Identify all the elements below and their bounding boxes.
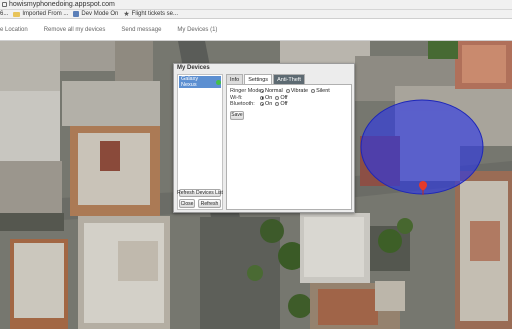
ringer-mode-row: Ringer Mode: Normal Vibrate Silent	[230, 88, 348, 94]
my-devices-dialog: My Devices Galaxy Nexus Refresh Devices …	[173, 63, 355, 213]
bookmark-item[interactable]: 6...	[0, 11, 8, 17]
bookmark-label: Dev Mode On	[81, 11, 119, 17]
bluetooth-row: Bluetooth: On Off	[230, 101, 348, 107]
location-pin-icon[interactable]	[419, 181, 427, 195]
bookmark-label: Imported From ...	[22, 11, 69, 17]
url-text[interactable]: howismyphonedoing.appspot.com	[9, 1, 115, 8]
wifi-row: Wi-fi: On Off	[230, 95, 348, 101]
wifi-off-option[interactable]: Off	[275, 95, 288, 101]
folder-icon	[13, 11, 21, 17]
device-name: Galaxy Nexus	[181, 76, 199, 88]
device-list-item[interactable]: Galaxy Nexus	[179, 76, 221, 88]
page-icon	[2, 2, 7, 7]
ringer-mode-label: Ringer Mode:	[230, 88, 264, 94]
device-detail-panel: Info Settings Anti-Theft Ringer Mode: No…	[226, 74, 352, 210]
bluetooth-off-option[interactable]: Off	[275, 101, 288, 107]
settings-panel: Ringer Mode: Normal Vibrate Silent Wi-fi…	[226, 84, 352, 210]
app-navbar: e Location Remove all my devices Send me…	[0, 19, 512, 41]
ringer-normal-option[interactable]: Normal	[260, 88, 283, 94]
ringer-silent-option[interactable]: Silent	[311, 88, 330, 94]
browser-address-bar[interactable]: howismyphonedoing.appspot.com	[0, 0, 512, 10]
bookmark-item[interactable]: Dev Mode On	[73, 11, 118, 17]
tab-anti-theft[interactable]: Anti-Theft	[273, 74, 305, 84]
nav-my-devices-link[interactable]: My Devices (1)	[177, 27, 217, 33]
radio-selected-icon[interactable]	[260, 102, 264, 106]
bookmarks-bar: 6... Imported From ... Dev Mode On ★ Flig…	[0, 10, 512, 19]
online-status-icon	[216, 79, 221, 85]
accuracy-circle	[360, 99, 484, 195]
page-icon	[73, 11, 80, 17]
radio-selected-icon[interactable]	[260, 89, 264, 93]
bookmark-label: 6...	[0, 11, 9, 17]
close-button[interactable]: Close	[179, 199, 195, 208]
ringer-vibrate-option[interactable]: Vibrate	[285, 88, 308, 94]
bookmark-item[interactable]: ★ Flight tickets se...	[123, 10, 178, 18]
star-icon: ★	[123, 11, 130, 18]
tab-settings[interactable]: Settings	[244, 74, 273, 84]
save-button[interactable]: Save	[230, 110, 244, 120]
radio-icon[interactable]	[311, 89, 316, 93]
refresh-devices-list-button[interactable]: Refresh Devices List	[177, 189, 223, 197]
detail-tabs: Info Settings Anti-Theft	[226, 74, 305, 84]
bluetooth-on-option[interactable]: On	[260, 101, 272, 107]
bookmark-label: Flight tickets se...	[131, 11, 179, 17]
dialog-title: My Devices	[177, 65, 210, 71]
radio-icon[interactable]	[275, 102, 280, 106]
nav-remove-devices-link[interactable]: Remove all my devices	[44, 27, 106, 33]
tab-info[interactable]: Info	[226, 74, 244, 84]
radio-icon[interactable]	[285, 89, 290, 93]
bookmark-item[interactable]: Imported From ...	[13, 11, 68, 17]
wifi-label: Wi-fi:	[230, 94, 243, 101]
bluetooth-label: Bluetooth:	[230, 101, 255, 107]
radio-icon[interactable]	[275, 95, 280, 100]
nav-locate-link[interactable]: e Location	[0, 27, 28, 33]
device-list-panel: Galaxy Nexus Refresh Devices List Close …	[177, 74, 223, 210]
wifi-on-option[interactable]: On	[260, 95, 272, 101]
nav-send-message-link[interactable]: Send message	[121, 27, 161, 33]
radio-selected-icon[interactable]	[260, 95, 264, 100]
refresh-button[interactable]: Refresh	[198, 199, 221, 208]
